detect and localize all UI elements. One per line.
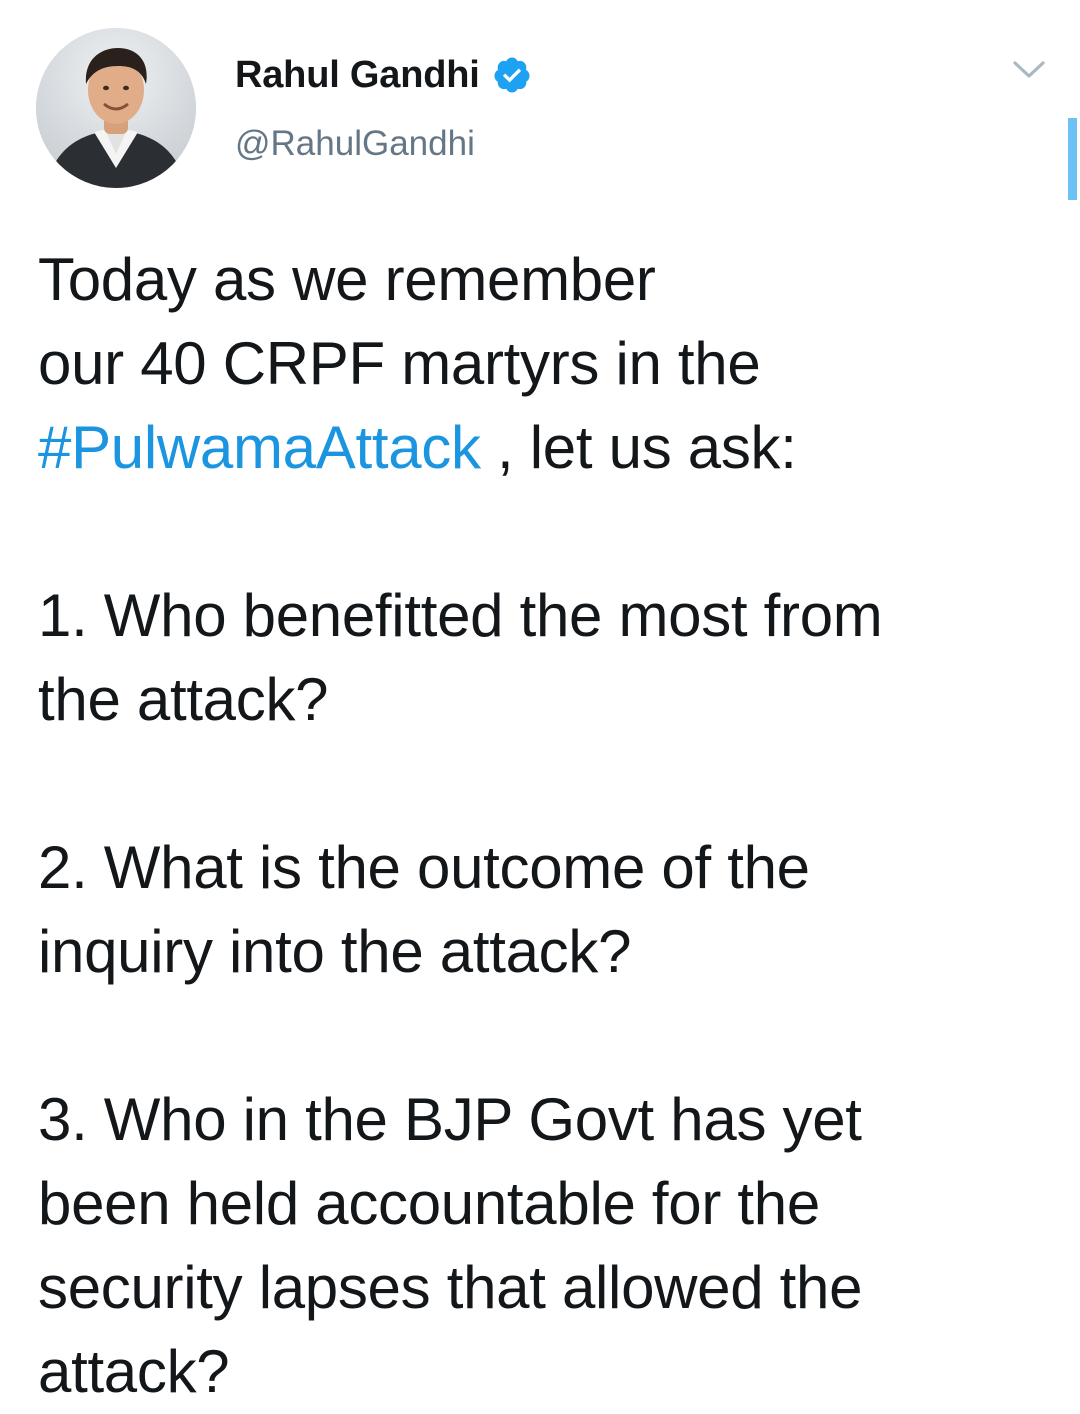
hashtag-link[interactable]: #PulwamaAttack — [38, 414, 481, 481]
avatar[interactable] — [36, 28, 196, 188]
tweet: Rahul Gandhi @RahulGandhi Today as we re… — [0, 0, 1080, 1409]
author-name-row[interactable]: Rahul Gandhi — [235, 50, 532, 100]
tweet-line: Today as we remember — [38, 246, 656, 313]
question-2-line: 2. What is the outcome of the — [38, 834, 810, 901]
tweet-line: #PulwamaAttack , let us ask: — [38, 406, 1058, 490]
verified-badge-icon — [492, 55, 532, 95]
author-display-name[interactable]: Rahul Gandhi — [235, 54, 480, 97]
question-3-line: been held accountable for the — [38, 1170, 820, 1237]
tweet-line-tail: , let us ask: — [480, 414, 797, 481]
question-1-line: the attack? — [38, 666, 329, 733]
question-3-line: attack? — [38, 1338, 230, 1405]
scrollbar[interactable] — [1068, 118, 1077, 200]
author-handle[interactable]: @RahulGandhi — [235, 124, 475, 164]
tweet-line: our 40 CRPF martyrs in the — [38, 330, 761, 397]
question-3-line: security lapses that allowed the — [38, 1254, 863, 1321]
question-2-line: inquiry into the attack? — [38, 918, 632, 985]
question-3-line: 3. Who in the BJP Govt has yet — [38, 1086, 862, 1153]
tweet-text: Today as we remember our 40 CRPF martyrs… — [38, 238, 1058, 1414]
question-1-line: 1. Who benefitted the most from — [38, 582, 883, 649]
chevron-down-icon[interactable] — [1012, 58, 1046, 82]
